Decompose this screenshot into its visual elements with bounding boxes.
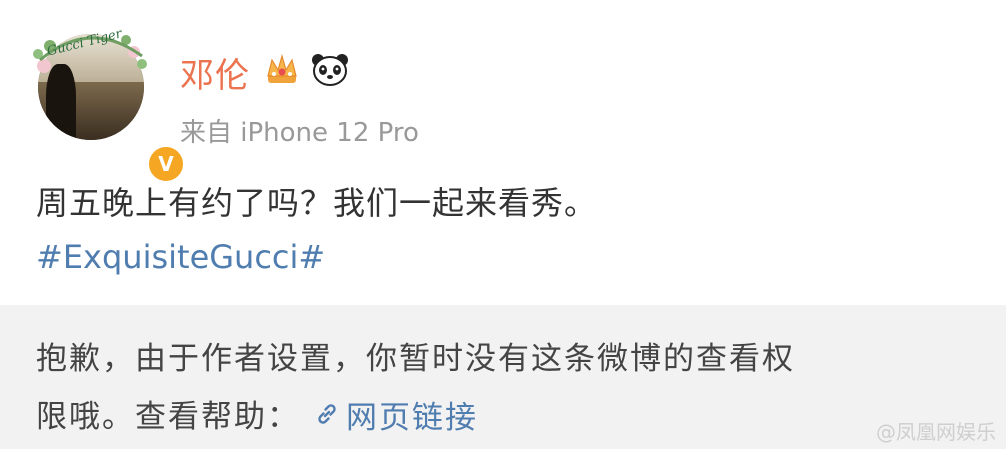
post-source: 来自 iPhone 12 Pro	[180, 118, 419, 148]
avatar-wreath-text: Gucci Tiger	[46, 26, 125, 59]
post-text: 周五晚上有约了吗？我们一起来看秀。	[36, 184, 598, 222]
watermark: @凤凰网娱乐	[876, 420, 996, 444]
avatar-wreath-decoration: Gucci Tiger	[33, 26, 147, 73]
notice-text-line1: 抱歉，由于作者设置，你暂时没有这条微博的查看权	[36, 341, 795, 377]
weibo-post-card: Gucci Tiger V 邓伦 来自 iPhone 12 Pro 周五晚上有约…	[0, 0, 1006, 305]
hashtag-link[interactable]: #ExquisiteGucci#	[36, 238, 325, 276]
crown-icon[interactable]	[264, 52, 300, 86]
link-icon	[318, 404, 336, 424]
avatar[interactable]: Gucci Tiger V	[33, 26, 186, 184]
notice-text-prefix: 限哦。查看帮助：	[36, 399, 300, 435]
permission-notice: 抱歉，由于作者设置，你暂时没有这条微博的查看权 限哦。查看帮助： 网页链接 @凤…	[0, 305, 1006, 449]
help-link-label: 网页链接	[346, 399, 478, 436]
notice-text-line2: 限哦。查看帮助： 网页链接	[36, 391, 478, 437]
author-name[interactable]: 邓伦	[180, 48, 250, 97]
help-web-link[interactable]: 网页链接	[314, 392, 478, 437]
panda-icon[interactable]	[310, 52, 350, 86]
